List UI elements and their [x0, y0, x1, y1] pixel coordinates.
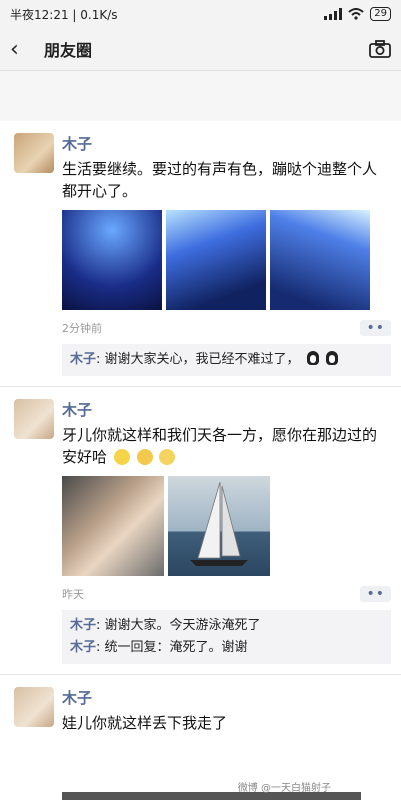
comment-author[interactable]: 木子: [70, 640, 96, 655]
more-options-button[interactable]: ••: [360, 586, 391, 602]
moment-post: 木子 牙儿你就这样和我们天各一方，愿你在那边过的安好哈 昨天 •• 木子: 谢谢…: [0, 387, 401, 675]
post-text: 生活要继续。要过的有声有色，蹦哒个迪整个人都开心了。: [62, 160, 378, 200]
back-arrow-icon[interactable]: ‹: [10, 37, 32, 62]
comment[interactable]: 木子: 谢谢大家。今天游泳淹死了: [70, 615, 383, 637]
page-title: 朋友圈: [44, 41, 93, 60]
post-text: 牙儿你就这样和我们天各一方，愿你在那边过的安好哈: [62, 424, 391, 468]
post-meta: 2分钟前 ••: [62, 320, 391, 336]
status-speed: 0.1K/s: [80, 7, 118, 22]
moment-post: 木子 生活要继续。要过的有声有色，蹦哒个迪整个人都开心了。 2分钟前 •• 木子…: [0, 121, 401, 387]
top-spacer: [0, 71, 401, 121]
crying-emoji-icon: [159, 449, 176, 465]
avatar[interactable]: [14, 687, 54, 727]
comment[interactable]: 木子: 谢谢大家关心，我已经不难过了，: [70, 349, 383, 371]
post-image[interactable]: [166, 210, 266, 310]
status-right: 29: [324, 7, 391, 21]
more-options-button[interactable]: ••: [360, 320, 391, 336]
post-image[interactable]: [62, 476, 164, 576]
signal-icon: [324, 8, 343, 20]
penguin-emoji-icon: [306, 351, 319, 365]
post-images: [62, 210, 391, 310]
post-image[interactable]: [270, 210, 370, 310]
poster-name[interactable]: 木子: [62, 687, 391, 708]
watermark: 微博 @一天白猫射子: [237, 783, 331, 794]
comment-list: 木子: 谢谢大家关心，我已经不难过了，: [62, 344, 391, 376]
post-time: 2分钟前: [62, 322, 102, 335]
post-time: 昨天: [62, 588, 84, 601]
sailboat-icon: [190, 481, 248, 566]
wifi-icon: [348, 8, 364, 20]
post-image[interactable]: [62, 210, 162, 310]
nav-bar: ‹ 朋友圈: [0, 28, 401, 71]
comment-text: 统一回复：淹死了。谢谢: [104, 640, 248, 655]
camera-icon[interactable]: [369, 40, 391, 58]
avatar[interactable]: [14, 133, 54, 173]
status-time: 半夜12:21: [10, 7, 69, 22]
sad-emoji-icon: [136, 449, 153, 465]
comment[interactable]: 木子: 统一回复：淹死了。谢谢: [70, 637, 383, 659]
avatar[interactable]: [14, 399, 54, 439]
comment-text: 谢谢大家关心，我已经不难过了，: [104, 352, 300, 367]
penguin-emoji-icon: [325, 351, 338, 365]
post-text-content: 牙儿你就这样和我们天各一方，愿你在那边过的安好哈: [62, 426, 378, 466]
moment-post: 木子 娃儿你就这样丢下我走了: [0, 675, 401, 744]
post-text: 娃儿你就这样丢下我走了: [62, 714, 228, 732]
post-image[interactable]: [168, 476, 270, 576]
status-left: 半夜12:21 | 0.1K/s: [10, 7, 118, 22]
smile-emoji-icon: [113, 449, 130, 465]
poster-name[interactable]: 木子: [62, 133, 391, 154]
comment-author[interactable]: 木子: [70, 352, 96, 367]
comment-list: 木子: 谢谢大家。今天游泳淹死了 木子: 统一回复：淹死了。谢谢: [62, 610, 391, 664]
battery-indicator: 29: [370, 7, 391, 21]
post-images: [62, 476, 391, 576]
poster-name[interactable]: 木子: [62, 399, 391, 420]
comment-author[interactable]: 木子: [70, 618, 96, 633]
status-bar: 半夜12:21 | 0.1K/s 29: [0, 0, 401, 28]
post-meta: 昨天 ••: [62, 586, 391, 602]
comment-text: 谢谢大家。今天游泳淹死了: [104, 618, 261, 633]
